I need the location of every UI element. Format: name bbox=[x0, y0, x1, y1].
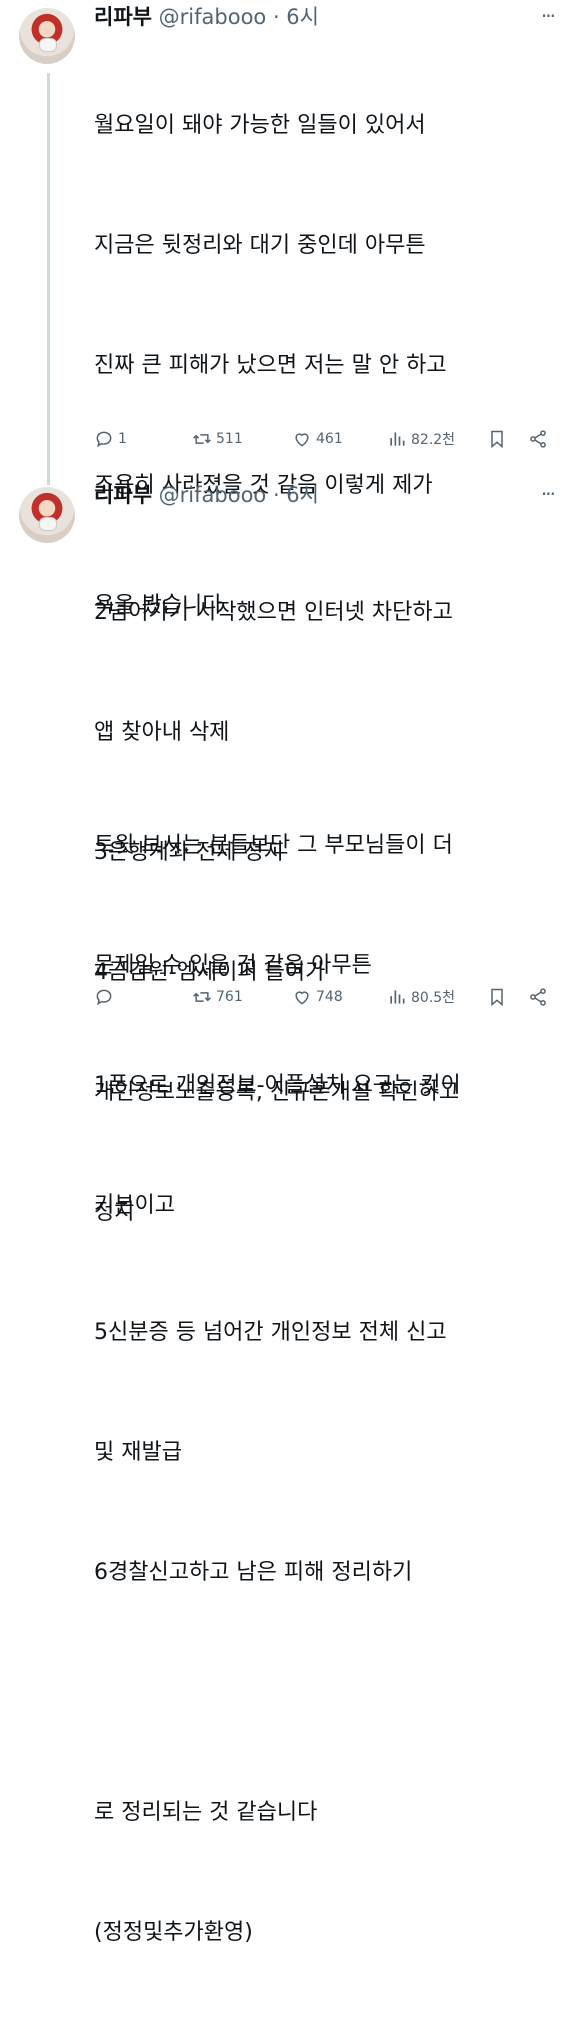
tweet-line: 정지 bbox=[94, 1200, 135, 1225]
tweet-line: 3은행계좌 전체 정지 bbox=[94, 840, 284, 865]
tweet-line bbox=[94, 1673, 564, 1713]
tweet-1[interactable]: 리파부 @rifabooo · 6시 ··· 월요일이 돼야 가능한 일들이 있… bbox=[0, 0, 580, 1218]
retweet-icon bbox=[193, 992, 211, 1002]
tweet-text: 2넘어가기 시작했으면 인터넷 차단하고 앱 찾아내 삭제 3은행계좌 전체 정… bbox=[94, 513, 564, 2033]
tweet-line: 2넘어가기 시작했으면 인터넷 차단하고 bbox=[94, 600, 453, 625]
like-count: 748 bbox=[316, 989, 343, 1005]
retweet-count: 761 bbox=[216, 989, 243, 1005]
reply-icon bbox=[96, 989, 112, 1006]
views-button[interactable]: 80.5천 bbox=[387, 987, 455, 1007]
views-count: 82.2천 bbox=[411, 432, 456, 448]
tweet-line: 로 정리되는 것 같습니다 bbox=[94, 1800, 318, 1825]
retweet-button[interactable]: 761 bbox=[192, 987, 243, 1007]
tweet-line: 5신분증 등 넘어간 개인정보 전체 신고 bbox=[94, 1320, 447, 1345]
share-button[interactable] bbox=[528, 429, 548, 449]
tweet-line: (정정및추가환영) bbox=[94, 1920, 253, 1945]
like-button[interactable]: 461 bbox=[292, 429, 343, 449]
retweet-button[interactable]: 511 bbox=[192, 429, 243, 449]
reply-icon bbox=[96, 431, 112, 448]
views-button[interactable]: 82.2천 bbox=[387, 429, 455, 449]
timestamp[interactable]: · 6시 bbox=[273, 483, 319, 507]
views-bar-chart-icon bbox=[390, 990, 405, 1004]
avatar[interactable] bbox=[19, 487, 75, 543]
tweet-line: 6경찰신고하고 남은 피해 정리하기 bbox=[94, 1560, 413, 1585]
display-name[interactable]: 리파부 bbox=[94, 483, 152, 507]
bookmark-icon bbox=[491, 430, 503, 449]
avatar[interactable] bbox=[19, 8, 75, 64]
retweet-icon bbox=[193, 434, 211, 444]
tweet-line: 지금은 뒷정리와 대기 중인데 아무튼 bbox=[94, 233, 426, 258]
reply-button[interactable] bbox=[94, 987, 118, 1007]
views-bar-chart-icon bbox=[390, 432, 405, 446]
tweet-2[interactable]: 리파부 @rifabooo · 6시 ··· 2넘어가기 시작했으면 인터넷 차… bbox=[0, 478, 580, 1945]
share-icon bbox=[530, 988, 546, 1006]
views-count: 80.5천 bbox=[411, 990, 456, 1006]
user-handle[interactable]: @rifabooo bbox=[159, 483, 267, 507]
share-button[interactable] bbox=[528, 987, 548, 1007]
bookmark-button[interactable] bbox=[487, 429, 507, 449]
more-horizontal-icon[interactable]: ··· bbox=[541, 482, 556, 506]
tweet-line: 진짜 큰 피해가 났으면 저는 말 안 하고 bbox=[94, 353, 447, 378]
retweet-count: 511 bbox=[216, 431, 243, 447]
tweet-header: 리파부 @rifabooo · 6시 bbox=[94, 480, 319, 510]
heart-icon bbox=[295, 433, 309, 447]
share-icon bbox=[530, 430, 546, 448]
tweet-line: 월요일이 돼야 가능한 일들이 있어서 bbox=[94, 113, 426, 138]
tweet-actions: 1 511 461 82.2천 bbox=[94, 429, 559, 459]
more-horizontal-icon[interactable]: ··· bbox=[541, 4, 556, 28]
bookmark-button[interactable] bbox=[487, 987, 507, 1007]
like-count: 461 bbox=[316, 431, 343, 447]
reply-count: 1 bbox=[118, 431, 127, 447]
reply-button[interactable]: 1 bbox=[94, 429, 127, 449]
heart-icon bbox=[295, 991, 309, 1005]
bookmark-icon bbox=[491, 988, 503, 1007]
tweet-actions: 761 748 80.5천 bbox=[94, 987, 559, 1017]
tweet-line: 앱 찾아내 삭제 bbox=[94, 720, 230, 745]
tweet-line: 개인정보노출등록, 신규폰개설 확인하고 bbox=[94, 1080, 460, 1105]
tweet-line: 및 재발급 bbox=[94, 1440, 182, 1465]
like-button[interactable]: 748 bbox=[292, 987, 343, 1007]
